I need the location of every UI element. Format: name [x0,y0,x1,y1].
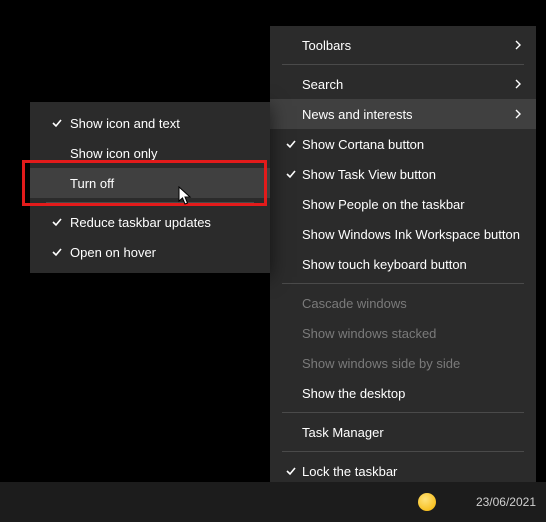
submenu-item-reduce-updates[interactable]: Reduce taskbar updates [30,207,270,237]
menu-label: Show Task View button [302,167,522,182]
news-interests-submenu: Show icon and text Show icon only Turn o… [30,102,270,273]
separator [282,64,524,65]
check-icon [280,168,302,180]
menu-item-search[interactable]: Search [270,69,536,99]
menu-label: Show People on the taskbar [302,197,522,212]
submenu-item-icon-text[interactable]: Show icon and text [30,108,270,138]
menu-item-stacked: Show windows stacked [270,318,536,348]
submenu-label: Turn off [70,176,256,191]
separator [282,451,524,452]
menu-label: Task Manager [302,425,522,440]
menu-item-taskview[interactable]: Show Task View button [270,159,536,189]
menu-item-ink[interactable]: Show Windows Ink Workspace button [270,219,536,249]
check-icon [280,138,302,150]
menu-label: Search [302,77,508,92]
menu-item-toolbars[interactable]: Toolbars [270,30,536,60]
submenu-label: Show icon only [70,146,256,161]
menu-label: Show windows stacked [302,326,522,341]
chevron-right-icon [508,109,522,119]
menu-item-sidebyside: Show windows side by side [270,348,536,378]
taskbar[interactable]: 23/06/2021 [0,482,546,522]
menu-item-show-desktop[interactable]: Show the desktop [270,378,536,408]
menu-label: Cascade windows [302,296,522,311]
submenu-item-turn-off[interactable]: Turn off [30,168,270,198]
check-icon [280,465,302,477]
menu-item-people[interactable]: Show People on the taskbar [270,189,536,219]
menu-item-cascade: Cascade windows [270,288,536,318]
menu-label: Show touch keyboard button [302,257,522,272]
menu-label: Show Windows Ink Workspace button [302,227,522,242]
submenu-label: Reduce taskbar updates [70,215,256,230]
check-icon [44,246,70,258]
menu-item-touch-keyboard[interactable]: Show touch keyboard button [270,249,536,279]
weather-icon[interactable] [418,493,436,511]
submenu-item-open-on-hover[interactable]: Open on hover [30,237,270,267]
chevron-right-icon [508,40,522,50]
separator [282,412,524,413]
tray-date[interactable]: 23/06/2021 [476,495,536,509]
separator [46,202,254,203]
menu-label: Show windows side by side [302,356,522,371]
menu-label: Show the desktop [302,386,522,401]
check-icon [44,216,70,228]
check-icon [44,117,70,129]
menu-item-cortana[interactable]: Show Cortana button [270,129,536,159]
menu-label: Show Cortana button [302,137,522,152]
submenu-label: Open on hover [70,245,256,260]
menu-label: News and interests [302,107,508,122]
menu-item-news-interests[interactable]: News and interests [270,99,536,129]
submenu-label: Show icon and text [70,116,256,131]
taskbar-context-menu: Toolbars Search News and interests Show … [270,26,536,520]
menu-label: Toolbars [302,38,508,53]
submenu-item-icon-only[interactable]: Show icon only [30,138,270,168]
menu-item-task-manager[interactable]: Task Manager [270,417,536,447]
separator [282,283,524,284]
menu-label: Lock the taskbar [302,464,522,479]
chevron-right-icon [508,79,522,89]
